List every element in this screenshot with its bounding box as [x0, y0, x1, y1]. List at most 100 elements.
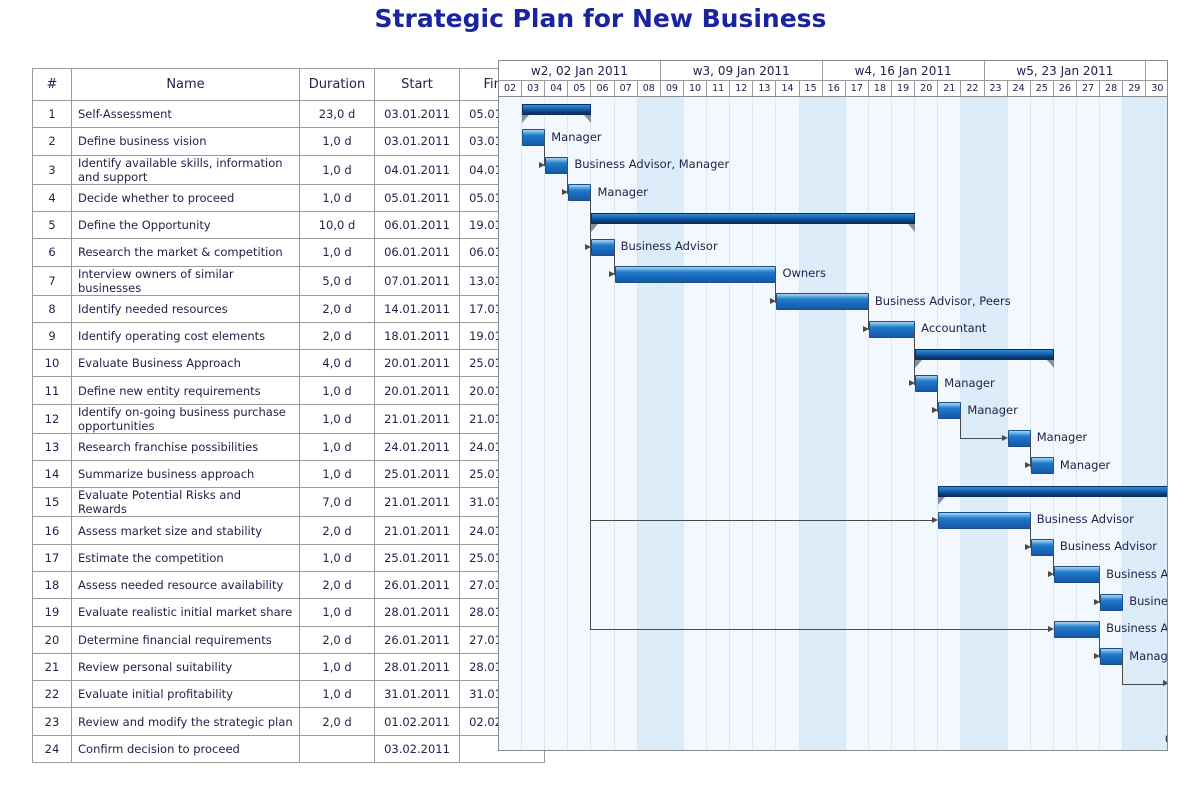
gantt-summary-bar[interactable] — [938, 485, 1167, 497]
cell-id: 13 — [32, 432, 72, 462]
day-header-cell: 12 — [730, 81, 754, 97]
table-row[interactable]: 20 Determine financial requirements 2,0 d2… — [32, 625, 545, 654]
table-row[interactable]: 7 Interview owners of similar businesses 5… — [32, 265, 545, 296]
gantt-task-bar[interactable] — [938, 402, 962, 420]
table-row[interactable]: 5Define the Opportunity10,0 d06.01.20111… — [32, 210, 545, 240]
gantt-task-bar[interactable] — [591, 238, 615, 256]
gantt-task-bar[interactable] — [1030, 538, 1054, 556]
day-column — [1008, 97, 1031, 750]
table-row[interactable]: 12 Identify on-going business purchase op… — [32, 403, 545, 434]
day-header-cell: 10 — [683, 81, 708, 97]
table-row[interactable]: 24 Confirm decision to proceed 03.02.2011 — [32, 734, 545, 764]
table-row[interactable]: 10 Evaluate Business Approach 4,0 d 20.01.2… — [32, 349, 545, 378]
gantt-task-bar[interactable] — [568, 184, 592, 202]
cell-start: 28.01.2011 — [374, 598, 460, 627]
cell-duration: 1,0 d — [299, 432, 375, 462]
day-column — [707, 97, 731, 750]
table-row[interactable]: 11 Define new entity requirements 1,0 d 20.… — [32, 376, 545, 405]
cell-id: 20 — [32, 625, 72, 654]
cell-name: Interview owners of similar businesses — [71, 265, 300, 296]
dependency-line — [590, 629, 1048, 631]
dependency-arrow — [1094, 653, 1101, 660]
day-column — [660, 97, 684, 750]
gantt-task-bar[interactable] — [938, 511, 1031, 529]
dependency-line — [914, 329, 916, 384]
dependency-arrow — [608, 270, 615, 277]
table-row[interactable]: 22 Evaluate initial profitability 1,0 d 31.… — [32, 680, 545, 709]
cell-start: 07.01.2011 — [374, 265, 460, 296]
cell-start: 24.01.2011 — [374, 432, 460, 462]
table-row[interactable]: 2Define business vision1,0 d03.01.201103… — [32, 127, 545, 156]
table-row[interactable]: 18 Assess needed resource availability 2,0… — [32, 570, 545, 600]
day-header-cell: 24 — [1007, 81, 1031, 97]
table-row[interactable]: 8 Identify needed resources 2,0 d 14.01.201… — [32, 294, 545, 323]
dependency-arrow — [932, 407, 939, 414]
day-header-cell: 05 — [568, 81, 592, 97]
cell-id: 21 — [32, 652, 72, 682]
table-row[interactable]: 17 Estimate the competition 1,0 d 25.01.201… — [32, 543, 545, 572]
cell-name: Evaluate Potential Risks and Rewards — [71, 487, 300, 518]
day-header-cell: 22 — [961, 81, 985, 97]
summary-cap-left — [938, 496, 946, 505]
table-row[interactable]: 13 Research franchise possibilities 1,0 d2… — [32, 432, 545, 462]
table-row[interactable]: 3 Identify available skills, information … — [32, 154, 545, 185]
table-row[interactable]: 4 Decide whether to proceed 1,0 d 05.01.201… — [32, 183, 545, 212]
cell-start: 01.02.2011 — [374, 707, 460, 736]
gantt-chart-area[interactable]: w2, 02 Jan 2011 w3, 09 Jan 2011 w4, 16 Jan… — [498, 60, 1168, 751]
day-column — [961, 97, 985, 750]
day-column — [892, 97, 916, 750]
day-header-cell: 09 — [660, 81, 684, 97]
table-row[interactable]: 1Self-Assessment23,0 d03.01.201105.01.20… — [32, 99, 545, 129]
cell-id: 17 — [32, 543, 72, 572]
gantt-task-bar[interactable] — [1030, 457, 1054, 475]
table-row[interactable]: 23 Review and modify the strategic plan 2,… — [32, 707, 545, 736]
table-row[interactable]: 19 Evaluate realistic initial market shar… — [32, 598, 545, 627]
gantt-task-bar[interactable] — [1053, 620, 1101, 638]
cell-duration: 1,0 d — [299, 460, 375, 489]
table-row[interactable]: 14 Summarize business approach 1,0 d 25.01.… — [32, 460, 545, 489]
cell-name: Review personal suitability — [71, 652, 300, 682]
gantt-task-bar[interactable] — [1007, 429, 1031, 447]
cell-id: 6 — [32, 238, 72, 267]
gantt-task-bar[interactable] — [915, 375, 939, 393]
cell-id: 5 — [32, 210, 72, 240]
week-header-cell: w4, 16 Jan 2011 — [822, 61, 985, 81]
cell-name: Define new entity requirements — [71, 376, 300, 405]
table-row[interactable]: 21 Review personal suitability 1,0 d 28.01.… — [32, 652, 545, 682]
table-row[interactable]: 6 Research the market & competition 1,0 d0… — [32, 238, 545, 267]
milestone-date-label: 03.02.2011 — [1165, 732, 1167, 746]
gantt-task-bar[interactable] — [545, 156, 569, 174]
cell-name: Evaluate Business Approach — [71, 349, 300, 378]
gantt-task-bar[interactable] — [1100, 648, 1124, 666]
gantt-summary-bar[interactable] — [915, 349, 1054, 361]
summary-cap-left — [915, 360, 923, 369]
day-header-cell: 28 — [1100, 81, 1124, 97]
dependency-line — [960, 410, 962, 439]
gantt-task-bar[interactable] — [1100, 593, 1124, 611]
gantt-task-bar[interactable] — [614, 265, 777, 283]
gantt-task-bar[interactable] — [1053, 566, 1101, 584]
summary-cap-right — [1046, 360, 1054, 369]
gantt-task-bar[interactable] — [522, 129, 546, 147]
gantt-task-bar[interactable] — [776, 293, 869, 311]
day-header-cell: 18 — [868, 81, 893, 97]
cell-start: 05.01.2011 — [374, 183, 460, 212]
gantt-summary-bar[interactable] — [522, 103, 592, 115]
column-header-name: Name — [71, 68, 300, 101]
resource-label: Business Advisor — [1059, 539, 1157, 554]
cell-duration: 2,0 d — [299, 321, 375, 351]
table-row[interactable]: 9 Identify operating cost elements 2,0 d 18… — [32, 321, 545, 351]
cell-duration: 1,0 d — [299, 154, 375, 185]
cell-start: 26.01.2011 — [374, 625, 460, 654]
gantt-summary-bar[interactable] — [591, 212, 916, 224]
gantt-task-bar[interactable] — [868, 320, 916, 338]
day-column — [522, 97, 546, 750]
cell-name: Decide whether to proceed — [71, 183, 300, 212]
dependency-arrow — [1094, 598, 1101, 605]
cell-start: 20.01.2011 — [374, 349, 460, 378]
table-row[interactable]: 15 Evaluate Potential Risks and Rewards 7,… — [32, 487, 545, 518]
task-table: # Name Duration Start Finish 1Self-Asses… — [32, 68, 545, 764]
day-column — [1031, 97, 1054, 750]
resource-label: Manager — [944, 375, 995, 390]
table-row[interactable]: 16 Assess market size and stability 2,0 d2… — [32, 516, 545, 545]
